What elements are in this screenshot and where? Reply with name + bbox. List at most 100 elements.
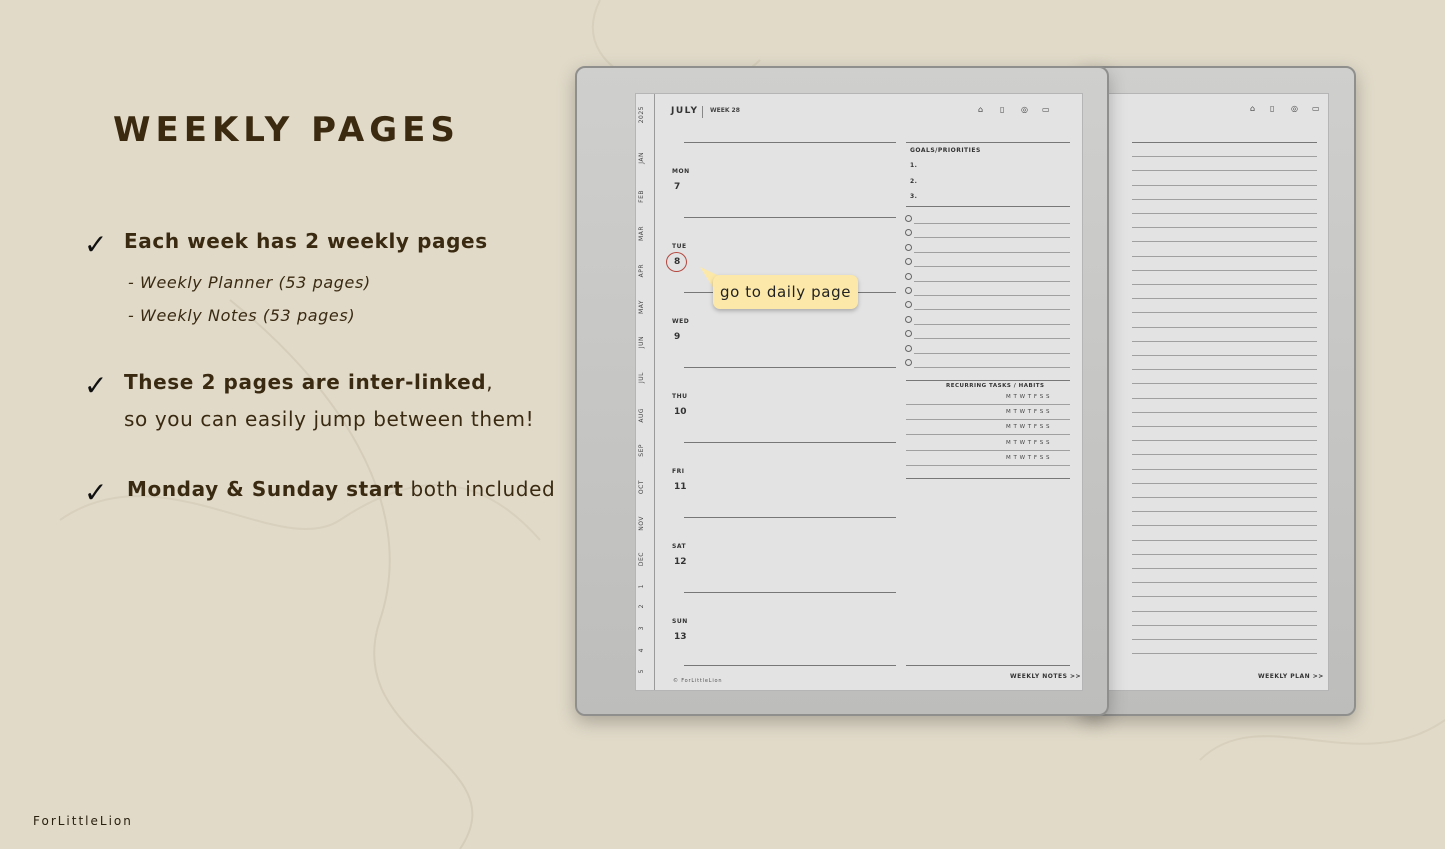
home-icon[interactable]: ⌂ xyxy=(1250,104,1255,113)
week-label[interactable]: WEEK 28 xyxy=(710,107,740,114)
notes-line xyxy=(1132,312,1317,314)
habit-days[interactable]: M T W T F S S xyxy=(1006,455,1050,461)
habit-days[interactable]: M T W T F S S xyxy=(1006,424,1050,430)
feature-2-text: These 2 pages are inter-linked xyxy=(124,370,487,394)
side-tab[interactable]: APR xyxy=(638,264,652,277)
day-number[interactable]: 11 xyxy=(674,482,687,492)
briefcase-icon[interactable]: ▭ xyxy=(1312,104,1320,113)
todo-checkbox[interactable] xyxy=(905,258,912,266)
goal-2[interactable]: 2. xyxy=(910,178,917,185)
side-tab[interactable]: OCT xyxy=(638,480,652,494)
check-icon[interactable]: ◎ xyxy=(1021,105,1028,114)
notes-line xyxy=(1132,610,1317,612)
home-icon[interactable]: ⌂ xyxy=(978,105,983,114)
day-name: FRI xyxy=(672,468,685,475)
day-rule xyxy=(684,592,896,593)
day-number[interactable]: 9 xyxy=(674,332,680,342)
side-tab[interactable]: AUG xyxy=(638,408,652,423)
side-tab[interactable]: MAY xyxy=(638,300,652,314)
day-number[interactable]: 7 xyxy=(674,182,680,192)
habit-days[interactable]: M T W T F S S xyxy=(1006,440,1050,446)
day-name: THU xyxy=(672,393,688,400)
brand-name: ForLittleLion xyxy=(33,814,133,828)
habit-days[interactable]: M T W T F S S xyxy=(1006,394,1050,400)
day-number[interactable]: 12 xyxy=(674,557,687,567)
notes-line xyxy=(1132,497,1317,498)
day-name: SUN xyxy=(672,618,688,625)
todo-checkbox[interactable] xyxy=(905,330,912,338)
notes-line xyxy=(1132,369,1317,371)
notes-screen: ⌂ ▯ ◎ ▭ WEEKLY PLAN >> xyxy=(1107,93,1329,691)
habit-days[interactable]: M T W T F S S xyxy=(1006,409,1050,415)
notes-line xyxy=(1132,269,1317,271)
side-tab[interactable]: NOV xyxy=(638,516,652,531)
notes-line xyxy=(1132,653,1317,655)
notes-line xyxy=(1132,440,1317,442)
side-tab[interactable]: 1 xyxy=(638,584,652,588)
todo-checkbox[interactable] xyxy=(905,215,912,222)
side-tab[interactable]: 3 xyxy=(638,626,652,630)
month-side-tabs: 2025 JAN FEB MAR APR MAY JUN JUL AUG SEP OCT NOV DEC… xyxy=(636,94,655,690)
todo-checkbox[interactable] xyxy=(905,344,912,352)
side-tab[interactable]: 2 xyxy=(638,604,652,608)
notes-line xyxy=(1132,170,1317,172)
habit-line xyxy=(906,449,1070,451)
month-label[interactable]: JULY xyxy=(671,106,699,116)
day-number[interactable]: 13 xyxy=(674,632,687,642)
check-icon[interactable]: ◎ xyxy=(1291,104,1298,113)
goals-top-rule xyxy=(906,142,1070,143)
notes-line xyxy=(1132,326,1317,328)
habit-line xyxy=(906,404,1070,405)
day-rule xyxy=(684,367,896,368)
notes-top-rule xyxy=(1132,142,1317,143)
todo-checkbox[interactable] xyxy=(905,272,912,280)
weekly-notes-link[interactable]: WEEKLY NOTES >> xyxy=(1010,673,1081,680)
todo-line xyxy=(914,266,1070,268)
day-name: SAT xyxy=(672,543,687,550)
side-tab[interactable]: 5 xyxy=(638,669,652,673)
goal-1[interactable]: 1. xyxy=(910,162,917,169)
side-tab[interactable]: JUN xyxy=(638,336,652,348)
side-tab[interactable]: 4 xyxy=(638,648,652,652)
todo-checkbox[interactable] xyxy=(905,301,912,309)
todo-checkbox[interactable] xyxy=(905,359,912,366)
notes-line xyxy=(1132,383,1317,385)
side-tab[interactable]: JUL xyxy=(638,372,652,383)
todo-line xyxy=(914,237,1070,239)
side-tab[interactable]: SEP xyxy=(638,444,652,457)
notes-line xyxy=(1132,411,1317,413)
weekly-plan-link[interactable]: WEEKLY PLAN >> xyxy=(1258,673,1324,680)
notes-line xyxy=(1132,284,1317,285)
notes-device: ⌂ ▯ ◎ ▭ WEEKLY PLAN >> xyxy=(1080,66,1356,716)
todo-line xyxy=(914,295,1070,296)
page-icon[interactable]: ▯ xyxy=(1270,104,1274,113)
habit-line xyxy=(906,464,1070,466)
side-tab[interactable]: MAR xyxy=(638,226,652,241)
todo-line xyxy=(914,280,1070,282)
notes-line xyxy=(1132,539,1317,541)
briefcase-icon[interactable]: ▭ xyxy=(1042,105,1050,114)
notes-line xyxy=(1132,397,1317,399)
todo-line xyxy=(914,223,1070,224)
side-tab[interactable]: FEB xyxy=(638,190,652,203)
day-name: TUE xyxy=(672,243,687,250)
todo-checkbox[interactable] xyxy=(905,287,912,294)
notes-line xyxy=(1132,156,1317,158)
todo-checkbox[interactable] xyxy=(905,229,912,237)
go-to-daily-callout: go to daily page xyxy=(713,275,858,309)
side-tab[interactable]: 2025 xyxy=(638,106,652,123)
footer-rule-right xyxy=(906,665,1070,666)
goal-3[interactable]: 3. xyxy=(910,193,917,200)
side-tab[interactable]: JAN xyxy=(638,152,652,164)
notes-line xyxy=(1132,184,1317,186)
day-name: MON xyxy=(672,168,690,175)
todo-checkbox[interactable] xyxy=(905,315,912,323)
notes-line xyxy=(1132,639,1317,640)
side-tab[interactable]: DEC xyxy=(638,552,652,566)
day-number[interactable]: 10 xyxy=(674,407,687,417)
page-icon[interactable]: ▯ xyxy=(1000,105,1004,114)
notes-line xyxy=(1132,198,1317,200)
habit-line xyxy=(906,434,1070,436)
subitem-weekly-notes: - Weekly Notes (53 pages) xyxy=(128,306,356,325)
todo-checkbox[interactable] xyxy=(905,243,912,251)
